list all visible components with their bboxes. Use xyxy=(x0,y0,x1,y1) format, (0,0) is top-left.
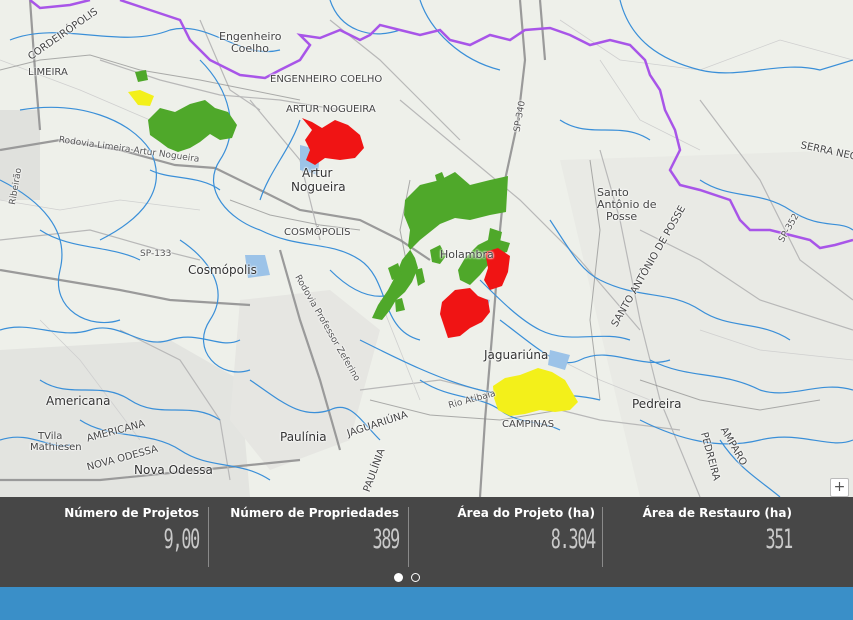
label-santo-antonio-3: Posse xyxy=(606,210,638,223)
label-cosmopolis-caps: COSMÓPOLIS xyxy=(284,227,351,238)
label-mathiesen: Mathiesen xyxy=(30,442,82,453)
label-paulinia: Paulínia xyxy=(280,430,327,444)
zoom-in-button[interactable]: + xyxy=(830,478,849,497)
stat-value: 351 xyxy=(765,524,793,555)
stat-numero-projetos: Número de Projetos 9,00 xyxy=(0,497,207,569)
stat-divider xyxy=(408,507,409,567)
stats-panel: Número de Projetos 9,00 Número de Propri… xyxy=(0,497,853,587)
stat-area-restauro: Área de Restauro (ha) 351 xyxy=(604,497,800,569)
stat-label: Número de Propriedades xyxy=(230,506,399,520)
stat-value: 8.304 xyxy=(550,524,596,555)
bottom-bar xyxy=(0,587,853,620)
label-pedreira: Pedreira xyxy=(632,397,682,411)
label-sp-133: SP-133 xyxy=(140,249,172,259)
label-artur: Artur xyxy=(302,166,333,180)
label-nova-odessa: Nova Odessa xyxy=(134,463,213,477)
label-limeira: LIMEIRA xyxy=(28,67,68,78)
stat-label: Área do Projeto (ha) xyxy=(457,506,595,520)
label-artur-nogueira-caps: ARTUR NOGUEIRA xyxy=(286,104,376,115)
label-jaguariuna: Jaguariúna xyxy=(484,348,549,362)
stat-value: 389 xyxy=(372,524,400,555)
stat-numero-propriedades: Número de Propriedades 389 xyxy=(210,497,407,569)
stat-divider xyxy=(602,507,603,567)
stat-divider xyxy=(208,507,209,567)
label-campinas: CAMPINAS xyxy=(502,419,555,430)
label-nogueira: Nogueira xyxy=(291,180,346,194)
label-engenheiro-coelho-caps: ENGENHEIRO COELHO xyxy=(270,74,383,85)
stat-label: Área de Restauro (ha) xyxy=(642,506,792,520)
pager-dot-2[interactable] xyxy=(411,573,420,582)
label-cosmopolis: Cosmópolis xyxy=(188,263,257,277)
map[interactable]: CORDEIRÓPOLIS LIMEIRA Engenheiro Coelho … xyxy=(0,0,853,497)
stat-value: 9,00 xyxy=(163,524,201,555)
stat-label: Número de Projetos xyxy=(64,506,199,520)
pager-dot-1[interactable] xyxy=(394,573,403,582)
stat-area-projeto: Área do Projeto (ha) 8.304 xyxy=(410,497,603,569)
label-engenheiro-coelho-2: Coelho xyxy=(231,42,269,55)
label-holambra: Holambra xyxy=(440,248,494,261)
label-americana: Americana xyxy=(46,394,111,408)
